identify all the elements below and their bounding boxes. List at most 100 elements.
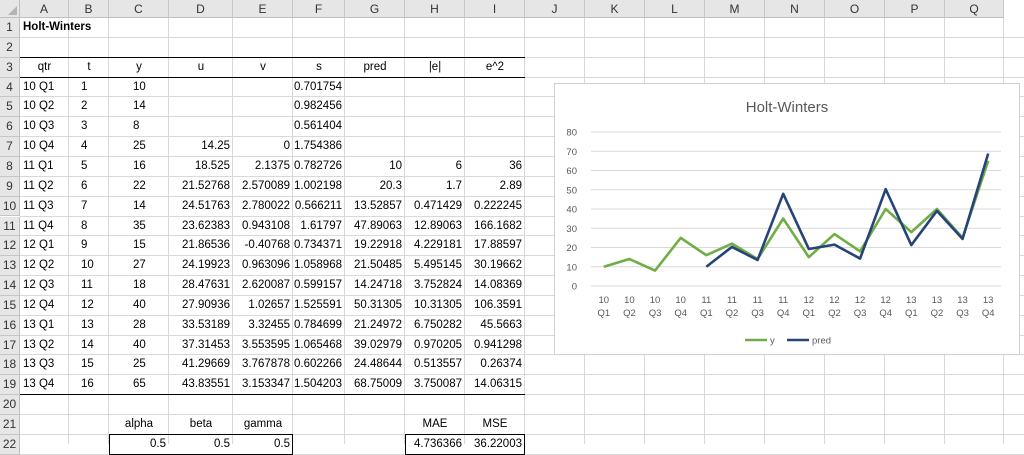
data-cell[interactable]: 0.970205 [405, 336, 465, 356]
data-cell[interactable]: 2.89 [465, 177, 525, 197]
data-cell[interactable]: 0.782726 [293, 157, 345, 177]
column-header-g[interactable]: G [345, 0, 405, 18]
column-header-i[interactable]: I [465, 0, 525, 18]
data-cell[interactable]: 0.784699 [293, 316, 345, 336]
data-cell[interactable]: 3.750087 [405, 375, 465, 395]
data-cell[interactable] [405, 97, 465, 117]
data-cell[interactable]: 1.525591 [293, 296, 345, 316]
data-cell[interactable]: 27.90936 [169, 296, 233, 316]
data-cell[interactable]: 10.31305 [405, 296, 465, 316]
row-header-4[interactable]: 4 [0, 77, 20, 98]
data-cell[interactable] [405, 78, 465, 98]
data-cell[interactable]: 12 Q4 [20, 296, 69, 316]
row-header-8[interactable]: 8 [0, 156, 20, 177]
table-header-cell[interactable]: y [109, 58, 169, 78]
data-cell[interactable]: 12 Q2 [20, 256, 69, 276]
data-cell[interactable]: 17.88597 [465, 236, 525, 256]
data-cell[interactable]: 0.943108 [233, 217, 293, 237]
row-header-16[interactable]: 16 [0, 315, 20, 336]
data-cell[interactable]: 18.525 [169, 157, 233, 177]
data-cell[interactable]: 6 [405, 157, 465, 177]
column-header-c[interactable]: C [109, 0, 169, 18]
data-cell[interactable]: 10 Q3 [20, 117, 69, 137]
row-header-20[interactable]: 20 [0, 395, 20, 415]
data-cell[interactable]: 0.222245 [465, 197, 525, 217]
data-cell[interactable]: 6.750282 [405, 316, 465, 336]
table-header-cell[interactable]: v [233, 58, 293, 78]
column-header-h[interactable]: H [405, 0, 465, 18]
data-cell[interactable]: 11 Q3 [20, 197, 69, 217]
data-cell[interactable]: 0.982456 [293, 97, 345, 117]
column-header-q[interactable]: Q [945, 0, 1004, 18]
data-cell[interactable]: 10 [109, 78, 169, 98]
select-all-corner[interactable] [0, 0, 20, 18]
data-cell[interactable]: 0.513557 [405, 355, 465, 375]
data-cell[interactable]: 0.963096 [233, 256, 293, 276]
data-cell[interactable]: 1.504203 [293, 375, 345, 395]
data-cell[interactable]: 1.61797 [293, 217, 345, 237]
data-cell[interactable]: 20.3 [345, 177, 405, 197]
data-cell[interactable]: 10 Q2 [20, 97, 69, 117]
data-cell[interactable]: 15 [69, 355, 109, 375]
column-header-n[interactable]: N [765, 0, 825, 18]
data-cell[interactable]: 21.50485 [345, 256, 405, 276]
data-cell[interactable]: 0.566211 [293, 197, 345, 217]
data-cell[interactable]: 2.620087 [233, 276, 293, 296]
data-cell[interactable]: 10 [345, 157, 405, 177]
data-cell[interactable]: 0.941298 [465, 336, 525, 356]
column-header-d[interactable]: D [169, 0, 233, 18]
data-cell[interactable]: 27 [109, 256, 169, 276]
data-cell[interactable]: -0.40768 [233, 236, 293, 256]
data-cell[interactable]: 14.25 [169, 137, 233, 157]
data-cell[interactable] [405, 137, 465, 157]
row-header-15[interactable]: 15 [0, 295, 20, 316]
data-cell[interactable]: 0.599157 [293, 276, 345, 296]
beta-label-cell[interactable]: beta [169, 415, 233, 435]
data-cell[interactable] [345, 117, 405, 137]
column-header-a[interactable]: A [20, 0, 69, 18]
data-cell[interactable]: 1.02657 [233, 296, 293, 316]
data-cell[interactable]: 7 [69, 197, 109, 217]
column-header-m[interactable]: M [705, 0, 765, 18]
data-cell[interactable]: 3.767878 [233, 355, 293, 375]
data-cell[interactable] [465, 117, 525, 137]
data-cell[interactable]: 65 [109, 375, 169, 395]
data-cell[interactable]: 2.1375 [233, 157, 293, 177]
data-cell[interactable]: 1.7 [405, 177, 465, 197]
row-header-3[interactable]: 3 [0, 57, 20, 78]
data-cell[interactable]: 166.1682 [465, 217, 525, 237]
row-header-6[interactable]: 6 [0, 117, 20, 138]
data-cell[interactable]: 21.86536 [169, 236, 233, 256]
data-cell[interactable]: 4 [69, 137, 109, 157]
data-cell[interactable]: 0.734371 [293, 236, 345, 256]
data-cell[interactable]: 4.229181 [405, 236, 465, 256]
data-cell[interactable]: 22 [109, 177, 169, 197]
data-cell[interactable]: 10 Q1 [20, 78, 69, 98]
data-cell[interactable]: 2.780022 [233, 197, 293, 217]
row-header-1[interactable]: 1 [0, 18, 20, 38]
data-cell[interactable]: 13 Q3 [20, 355, 69, 375]
data-cell[interactable]: 24.48644 [345, 355, 405, 375]
column-header-j[interactable]: J [525, 0, 585, 18]
data-cell[interactable]: 3.553595 [233, 336, 293, 356]
data-cell[interactable] [233, 78, 293, 98]
sheet-title-cell[interactable]: Holt-Winters [20, 18, 91, 38]
row-header-12[interactable]: 12 [0, 236, 20, 257]
data-cell[interactable]: 6 [69, 177, 109, 197]
data-cell[interactable] [169, 117, 233, 137]
data-cell[interactable]: 47.89063 [345, 217, 405, 237]
data-cell[interactable]: 0.561404 [293, 117, 345, 137]
data-cell[interactable]: 0.602266 [293, 355, 345, 375]
data-cell[interactable]: 12 Q3 [20, 276, 69, 296]
data-cell[interactable]: 25 [109, 355, 169, 375]
table-header-cell[interactable]: |e| [405, 58, 465, 78]
data-cell[interactable]: 3.153347 [233, 375, 293, 395]
table-header-cell[interactable]: pred [345, 58, 405, 78]
data-cell[interactable]: 2 [69, 97, 109, 117]
data-cell[interactable]: 3 [69, 117, 109, 137]
data-cell[interactable]: 12 [69, 296, 109, 316]
data-cell[interactable] [233, 117, 293, 137]
data-cell[interactable] [465, 137, 525, 157]
data-cell[interactable]: 41.29669 [169, 355, 233, 375]
table-header-cell[interactable]: e^2 [465, 58, 525, 78]
